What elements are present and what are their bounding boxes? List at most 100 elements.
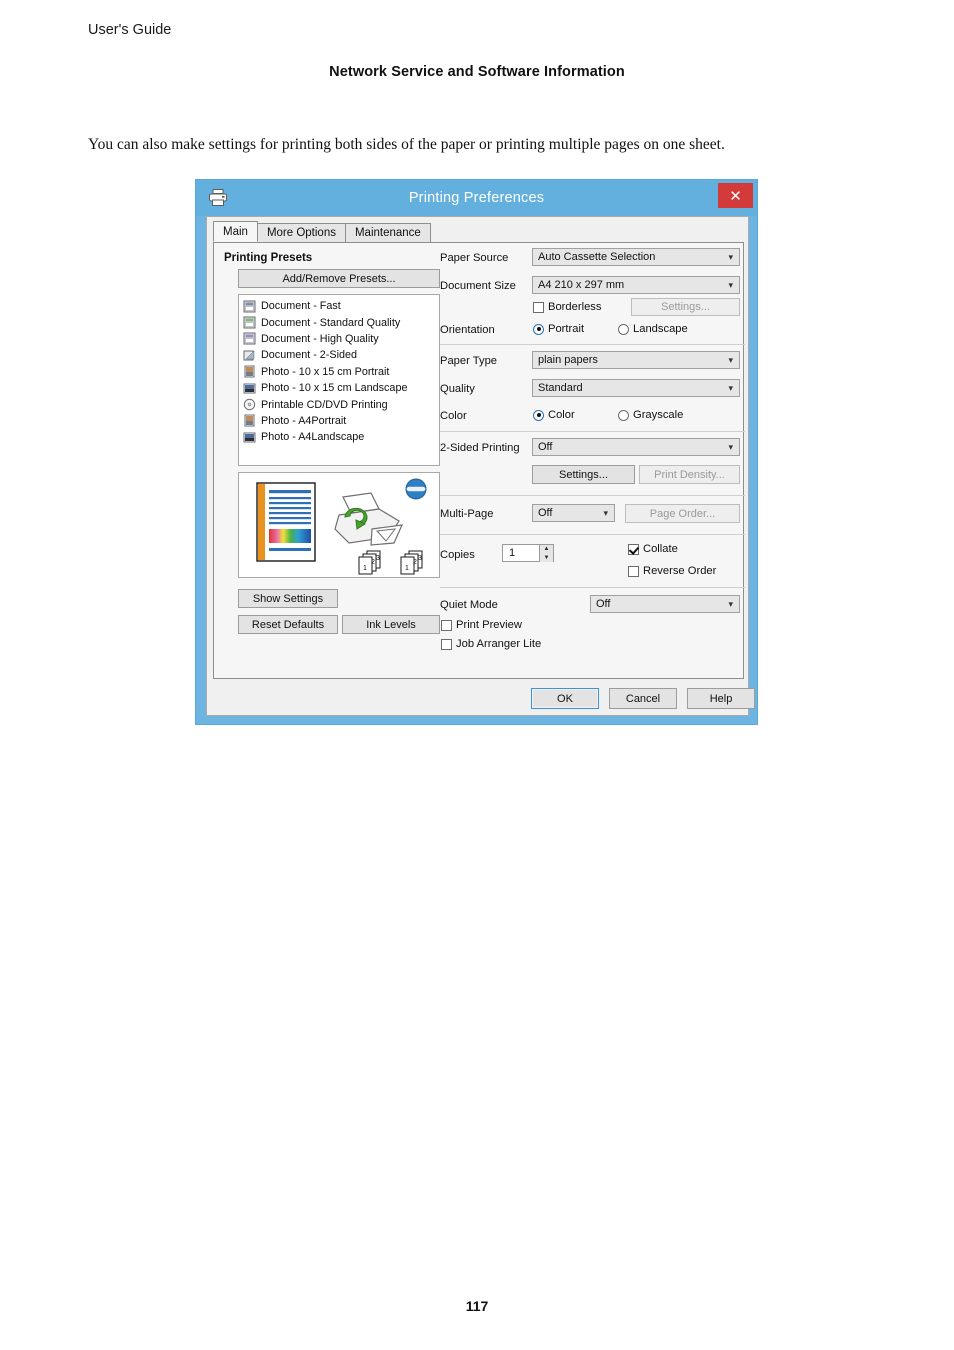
print-density-button[interactable]: Print Density... — [639, 465, 740, 484]
multi-page-label: Multi-Page — [440, 508, 494, 520]
color-mode-grayscale-radio[interactable]: Grayscale — [618, 409, 683, 421]
reverse-order-checkbox[interactable]: Reverse Order — [628, 565, 716, 577]
quality-select[interactable]: Standard ▾ — [532, 379, 740, 397]
radio-dot — [618, 323, 629, 335]
list-item[interactable]: Photo - A4Portrait — [243, 413, 439, 429]
copies-stepper[interactable]: 1 ▲ ▼ — [502, 544, 554, 562]
list-item[interactable]: Document - 2-Sided — [243, 347, 439, 363]
copies-stepper-buttons[interactable]: ▲ ▼ — [539, 545, 553, 562]
page-order-button[interactable]: Page Order... — [625, 504, 740, 523]
tab-more-options[interactable]: More Options — [256, 223, 346, 242]
list-item[interactable]: Printable CD/DVD Printing — [243, 396, 439, 412]
paper-source-select[interactable]: Auto Cassette Selection ▾ — [532, 248, 740, 266]
paper-source-label: Paper Source — [440, 252, 509, 264]
presets-list[interactable]: Document - Fast Document - Standard Qual… — [238, 294, 440, 466]
two-sided-printing-select[interactable]: Off ▾ — [532, 438, 740, 456]
copies-label: Copies — [440, 549, 475, 561]
checkbox-box — [533, 301, 544, 313]
help-button[interactable]: Help — [687, 688, 755, 709]
dialog-footer: OK Cancel Help — [217, 687, 755, 713]
collate-label: Collate — [643, 543, 678, 555]
checkbox-box — [628, 543, 639, 555]
stepper-up-icon[interactable]: ▲ — [540, 545, 553, 554]
divider — [440, 344, 745, 345]
list-item[interactable]: Document - Standard Quality — [243, 314, 439, 330]
orientation-portrait-radio[interactable]: Portrait — [533, 323, 584, 335]
checkbox-box — [628, 565, 639, 577]
svg-text:1: 1 — [363, 565, 367, 572]
two-sided-settings-button[interactable]: Settings... — [532, 465, 635, 484]
list-item[interactable]: Photo - 10 x 15 cm Portrait — [243, 364, 439, 380]
add-remove-presets-button[interactable]: Add/Remove Presets... — [238, 269, 440, 288]
paper-type-select[interactable]: plain papers ▾ — [532, 351, 740, 369]
copies-value: 1 — [509, 547, 516, 559]
svg-text:3: 3 — [376, 555, 380, 562]
document-size-value: A4 210 x 297 mm — [538, 279, 625, 291]
divider — [440, 431, 745, 432]
main-settings-panel: Paper Source Auto Cassette Selection ▾ D… — [440, 243, 745, 678]
multi-page-select[interactable]: Off ▾ — [532, 504, 615, 522]
document-2sided-icon — [243, 349, 256, 362]
borderless-checkbox[interactable]: Borderless — [533, 301, 601, 313]
photo-landscape-icon — [243, 431, 256, 444]
list-item-label: Photo - 10 x 15 cm Landscape — [261, 382, 408, 395]
orientation-label: Orientation — [440, 324, 495, 336]
print-preview-checkbox[interactable]: Print Preview — [441, 619, 522, 631]
job-arranger-lite-checkbox[interactable]: Job Arranger Lite — [441, 638, 541, 650]
document-fast-icon — [243, 300, 256, 313]
color-mode-grayscale-label: Grayscale — [633, 409, 684, 421]
show-settings-button[interactable]: Show Settings — [238, 589, 338, 608]
cd-dvd-icon — [243, 398, 256, 411]
list-item[interactable]: Photo - 10 x 15 cm Landscape — [243, 380, 439, 396]
orientation-landscape-label: Landscape — [633, 323, 688, 335]
document-size-select[interactable]: A4 210 x 297 mm ▾ — [532, 276, 740, 294]
chevron-down-icon: ▾ — [728, 355, 733, 365]
list-item-label: Document - High Quality — [261, 332, 379, 345]
collate-checkbox[interactable]: Collate — [628, 543, 678, 555]
page-number: 117 — [465, 1298, 489, 1314]
list-item-label: Photo - A4Landscape — [261, 431, 365, 444]
svg-text:2: 2 — [371, 559, 375, 566]
two-sided-printing-value: Off — [538, 441, 553, 453]
list-item-label: Photo - 10 x 15 cm Portrait — [261, 365, 390, 378]
color-mode-color-radio[interactable]: Color — [533, 409, 575, 421]
dialog-titlebar: Printing Preferences ✕ — [196, 180, 757, 216]
chevron-down-icon: ▾ — [728, 442, 733, 452]
chapter-title: Network Service and Software Information — [329, 64, 625, 80]
list-item[interactable]: Photo - A4Landscape — [243, 429, 439, 445]
two-sided-printing-label: 2-Sided Printing — [440, 442, 520, 454]
close-icon[interactable]: ✕ — [718, 183, 753, 208]
reset-defaults-button[interactable]: Reset Defaults — [238, 615, 338, 634]
document-standard-icon — [243, 316, 256, 329]
print-preview-label: Print Preview — [456, 619, 522, 631]
tab-main[interactable]: Main — [213, 221, 258, 242]
paper-type-label: Paper Type — [440, 355, 498, 367]
borderless-settings-button[interactable]: Settings... — [631, 298, 740, 316]
list-item[interactable]: Document - High Quality — [243, 331, 439, 347]
divider — [440, 495, 745, 496]
ink-levels-button[interactable]: Ink Levels — [342, 615, 440, 634]
printer-icon — [208, 188, 228, 207]
color-label: Color — [440, 410, 467, 422]
orientation-portrait-label: Portrait — [548, 323, 585, 335]
dialog-title: Printing Preferences — [408, 190, 545, 206]
list-item-label: Photo - A4Portrait — [261, 414, 347, 427]
reverse-order-label: Reverse Order — [643, 565, 717, 577]
quality-label: Quality — [440, 383, 475, 395]
cancel-button[interactable]: Cancel — [609, 688, 677, 709]
quality-value: Standard — [538, 382, 583, 394]
svg-text:3: 3 — [418, 555, 422, 562]
radio-dot — [533, 409, 544, 421]
tabstrip: Main More Options Maintenance — [213, 221, 743, 242]
tab-maintenance[interactable]: Maintenance — [344, 223, 431, 242]
printing-presets-title: Printing Presets — [224, 252, 313, 264]
dialog-body: Main More Options Maintenance Printing P… — [206, 216, 755, 716]
ok-button[interactable]: OK — [531, 688, 599, 709]
quiet-mode-select[interactable]: Off ▾ — [590, 595, 740, 613]
list-item[interactable]: Document - Fast — [243, 298, 439, 314]
list-item-label: Printable CD/DVD Printing — [261, 398, 388, 411]
svg-text:2: 2 — [413, 559, 417, 566]
orientation-landscape-radio[interactable]: Landscape — [618, 323, 688, 335]
stepper-down-icon[interactable]: ▼ — [540, 554, 553, 563]
radio-dot — [618, 409, 629, 421]
